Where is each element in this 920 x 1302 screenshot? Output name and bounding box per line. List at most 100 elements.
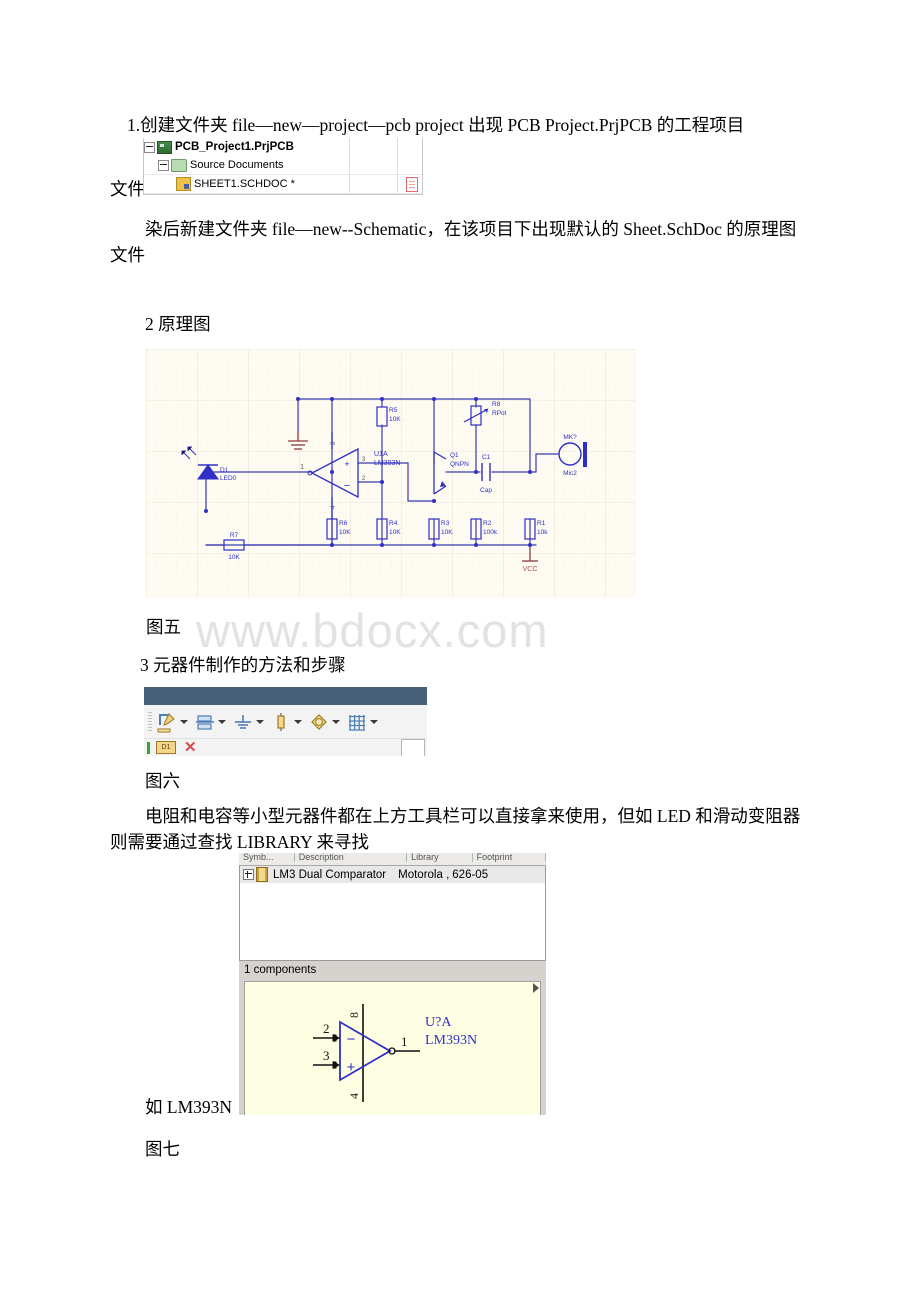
cell-footprint: 626-05 — [452, 868, 489, 881]
preview-pin-8: 8 — [347, 1012, 361, 1018]
column-header-library[interactable]: Library — [407, 853, 473, 862]
library-dialog-figure[interactable]: Symb... Description Library Footprint LM… — [239, 853, 546, 1115]
document-icon — [406, 176, 418, 192]
watermark: www.bdocx.com — [196, 604, 549, 657]
heading-component-steps: 3 元器件制作的方法和步骤 — [140, 655, 346, 675]
label-R7: R7 — [230, 532, 239, 539]
toolbar-item-resistor[interactable] — [270, 711, 308, 733]
opamp-pin-1: 1 — [300, 464, 304, 471]
label-D1: D1 — [220, 467, 229, 474]
library-results-list[interactable]: LM3 Dual Comparator Motorola , 626-05 — [239, 866, 546, 961]
component-preview-panel[interactable]: 2 3 1 8 4 − + U?A LM393N — [244, 981, 541, 1115]
label-MK-value: Mic2 — [563, 470, 577, 477]
label-R8: R8 — [492, 401, 501, 408]
paragraph-file: 文件 — [110, 179, 145, 199]
chevron-down-icon-1[interactable] — [180, 719, 188, 724]
ground-icon[interactable] — [232, 711, 254, 733]
expander-icon[interactable] — [243, 869, 254, 880]
label-U1A-value: LM393N — [374, 460, 400, 467]
resize-arrow-icon[interactable] — [533, 983, 539, 993]
project-panel[interactable]: PCB_Project1.PrjPCB Source Documents SHE… — [143, 138, 423, 195]
label-U1A: U1A — [374, 451, 388, 458]
preview-pin-3: 3 — [323, 1048, 330, 1063]
label-MK: MK? — [563, 434, 577, 441]
opamp-minus: − — [344, 480, 350, 492]
net-label-vcc: VCC — [523, 566, 538, 573]
draw-tool-icon[interactable] — [156, 711, 178, 733]
label-R3: R3 — [441, 520, 450, 527]
expander-icon-2[interactable] — [158, 159, 169, 171]
label-Q1-value: QNPN — [450, 461, 469, 468]
schematic-figure[interactable]: VCC D1 LED0 8 4 + − 1 3 2 U1A LM393N Q1 … — [146, 349, 636, 598]
resistor-icon[interactable] — [270, 711, 292, 733]
tree-item-source-documents-label: Source Documents — [190, 159, 284, 171]
column-header-symbol[interactable]: Symb... — [239, 853, 295, 862]
bus-icon[interactable] — [194, 711, 216, 733]
label-R2-value: 100k — [483, 529, 498, 536]
tree-item-sheet1-label: SHEET1.SCHDOC * — [194, 178, 295, 190]
table-row[interactable]: LM3 Dual Comparator Motorola , 626-05 — [240, 866, 545, 883]
toolbar-item-signal-source[interactable] — [308, 711, 346, 733]
label-R5-value: 10K — [389, 416, 401, 423]
label-Q1: Q1 — [450, 452, 459, 459]
preview-minus-symbol: − — [347, 1031, 356, 1048]
chevron-down-icon-4[interactable] — [294, 719, 302, 724]
cell-description: LM3 Dual Comparator — [273, 868, 387, 881]
folder-icon — [171, 158, 187, 172]
label-R2: R2 — [483, 520, 492, 527]
chevron-down-icon-3[interactable] — [256, 719, 264, 724]
label-R7-value: 10K — [228, 554, 240, 561]
opamp-plus: + — [344, 459, 349, 469]
paragraph-library-usage: 电阻和电容等小型元器件都在上方工具栏可以直接拿来使用，但如 LED 和滑动变阻器… — [110, 806, 801, 852]
tree-item-project-label: PCB_Project1.PrjPCB — [175, 141, 294, 153]
caption-figure-five: 图五 — [146, 617, 181, 637]
heading-schematic: 2 原理图 — [145, 314, 211, 334]
status-indicator — [147, 741, 150, 754]
component-count-label: 1 components — [239, 961, 546, 979]
designator-icon[interactable]: D1 — [156, 741, 176, 754]
toolbar-titlebar — [144, 687, 427, 705]
signal-source-icon[interactable] — [308, 711, 330, 733]
caption-figure-seven: 图七 — [145, 1139, 180, 1159]
label-R6-value: 10K — [339, 529, 351, 536]
preview-part-name: LM393N — [425, 1033, 477, 1048]
toolbar-item-grid[interactable] — [346, 711, 384, 733]
label-R8-value: RPot — [492, 410, 507, 417]
toolbar-second-row: D1 ✕ — [144, 739, 427, 756]
chevron-down-icon-6[interactable] — [370, 719, 378, 724]
grid-icon[interactable] — [346, 711, 368, 733]
toolbar-item-bus[interactable] — [194, 711, 232, 733]
label-R3-value: 10K — [441, 529, 453, 536]
preview-pin-4: 4 — [347, 1093, 361, 1099]
label-C1-value: Cap — [480, 487, 492, 494]
toolbar-item-ground[interactable] — [232, 711, 270, 733]
tree-item-sheet1[interactable]: SHEET1.SCHDOC * — [144, 174, 422, 194]
toolbar-item-draw[interactable] — [156, 711, 194, 733]
toolbar-grip[interactable] — [148, 711, 152, 732]
tree-item-source-documents[interactable]: Source Documents — [144, 156, 422, 174]
preview-pin-1: 1 — [401, 1034, 408, 1049]
expander-icon[interactable] — [144, 141, 155, 153]
caption-figure-six: 图六 — [145, 771, 180, 791]
paragraph-create-project: 1.创建文件夹 file—new—project—pcb project 出现 … — [127, 115, 745, 135]
column-header-footprint[interactable]: Footprint — [473, 853, 546, 862]
label-D1-value: LED0 — [220, 475, 237, 482]
tree-item-project[interactable]: PCB_Project1.PrjPCB — [144, 138, 422, 156]
chevron-down-icon-2[interactable] — [218, 719, 226, 724]
toolbar-figure[interactable]: D1 ✕ — [144, 687, 427, 756]
label-R4: R4 — [389, 520, 398, 527]
component-chip-icon — [256, 867, 268, 882]
column-header-description[interactable]: Description — [295, 853, 408, 862]
toolbar-overflow-box[interactable] — [401, 739, 425, 756]
chevron-down-icon-5[interactable] — [332, 719, 340, 724]
document-page: www.bdocx.com 1.创建文件夹 file—new—project—p… — [0, 0, 920, 1302]
toolbar-main-row — [144, 705, 427, 739]
project-icon — [157, 140, 172, 154]
schematic-file-icon — [176, 177, 191, 191]
delete-x-icon[interactable]: ✕ — [184, 740, 197, 755]
library-table-header: Symb... Description Library Footprint — [239, 853, 546, 866]
paragraph-lm393n: 如 LM393N — [145, 1094, 235, 1120]
label-C1: C1 — [482, 454, 491, 461]
paragraph-new-schematic: 染后新建文件夹 file—new--Schematic，在该项目下出现默认的 S… — [110, 219, 797, 265]
preview-designator: U?A — [425, 1015, 452, 1030]
